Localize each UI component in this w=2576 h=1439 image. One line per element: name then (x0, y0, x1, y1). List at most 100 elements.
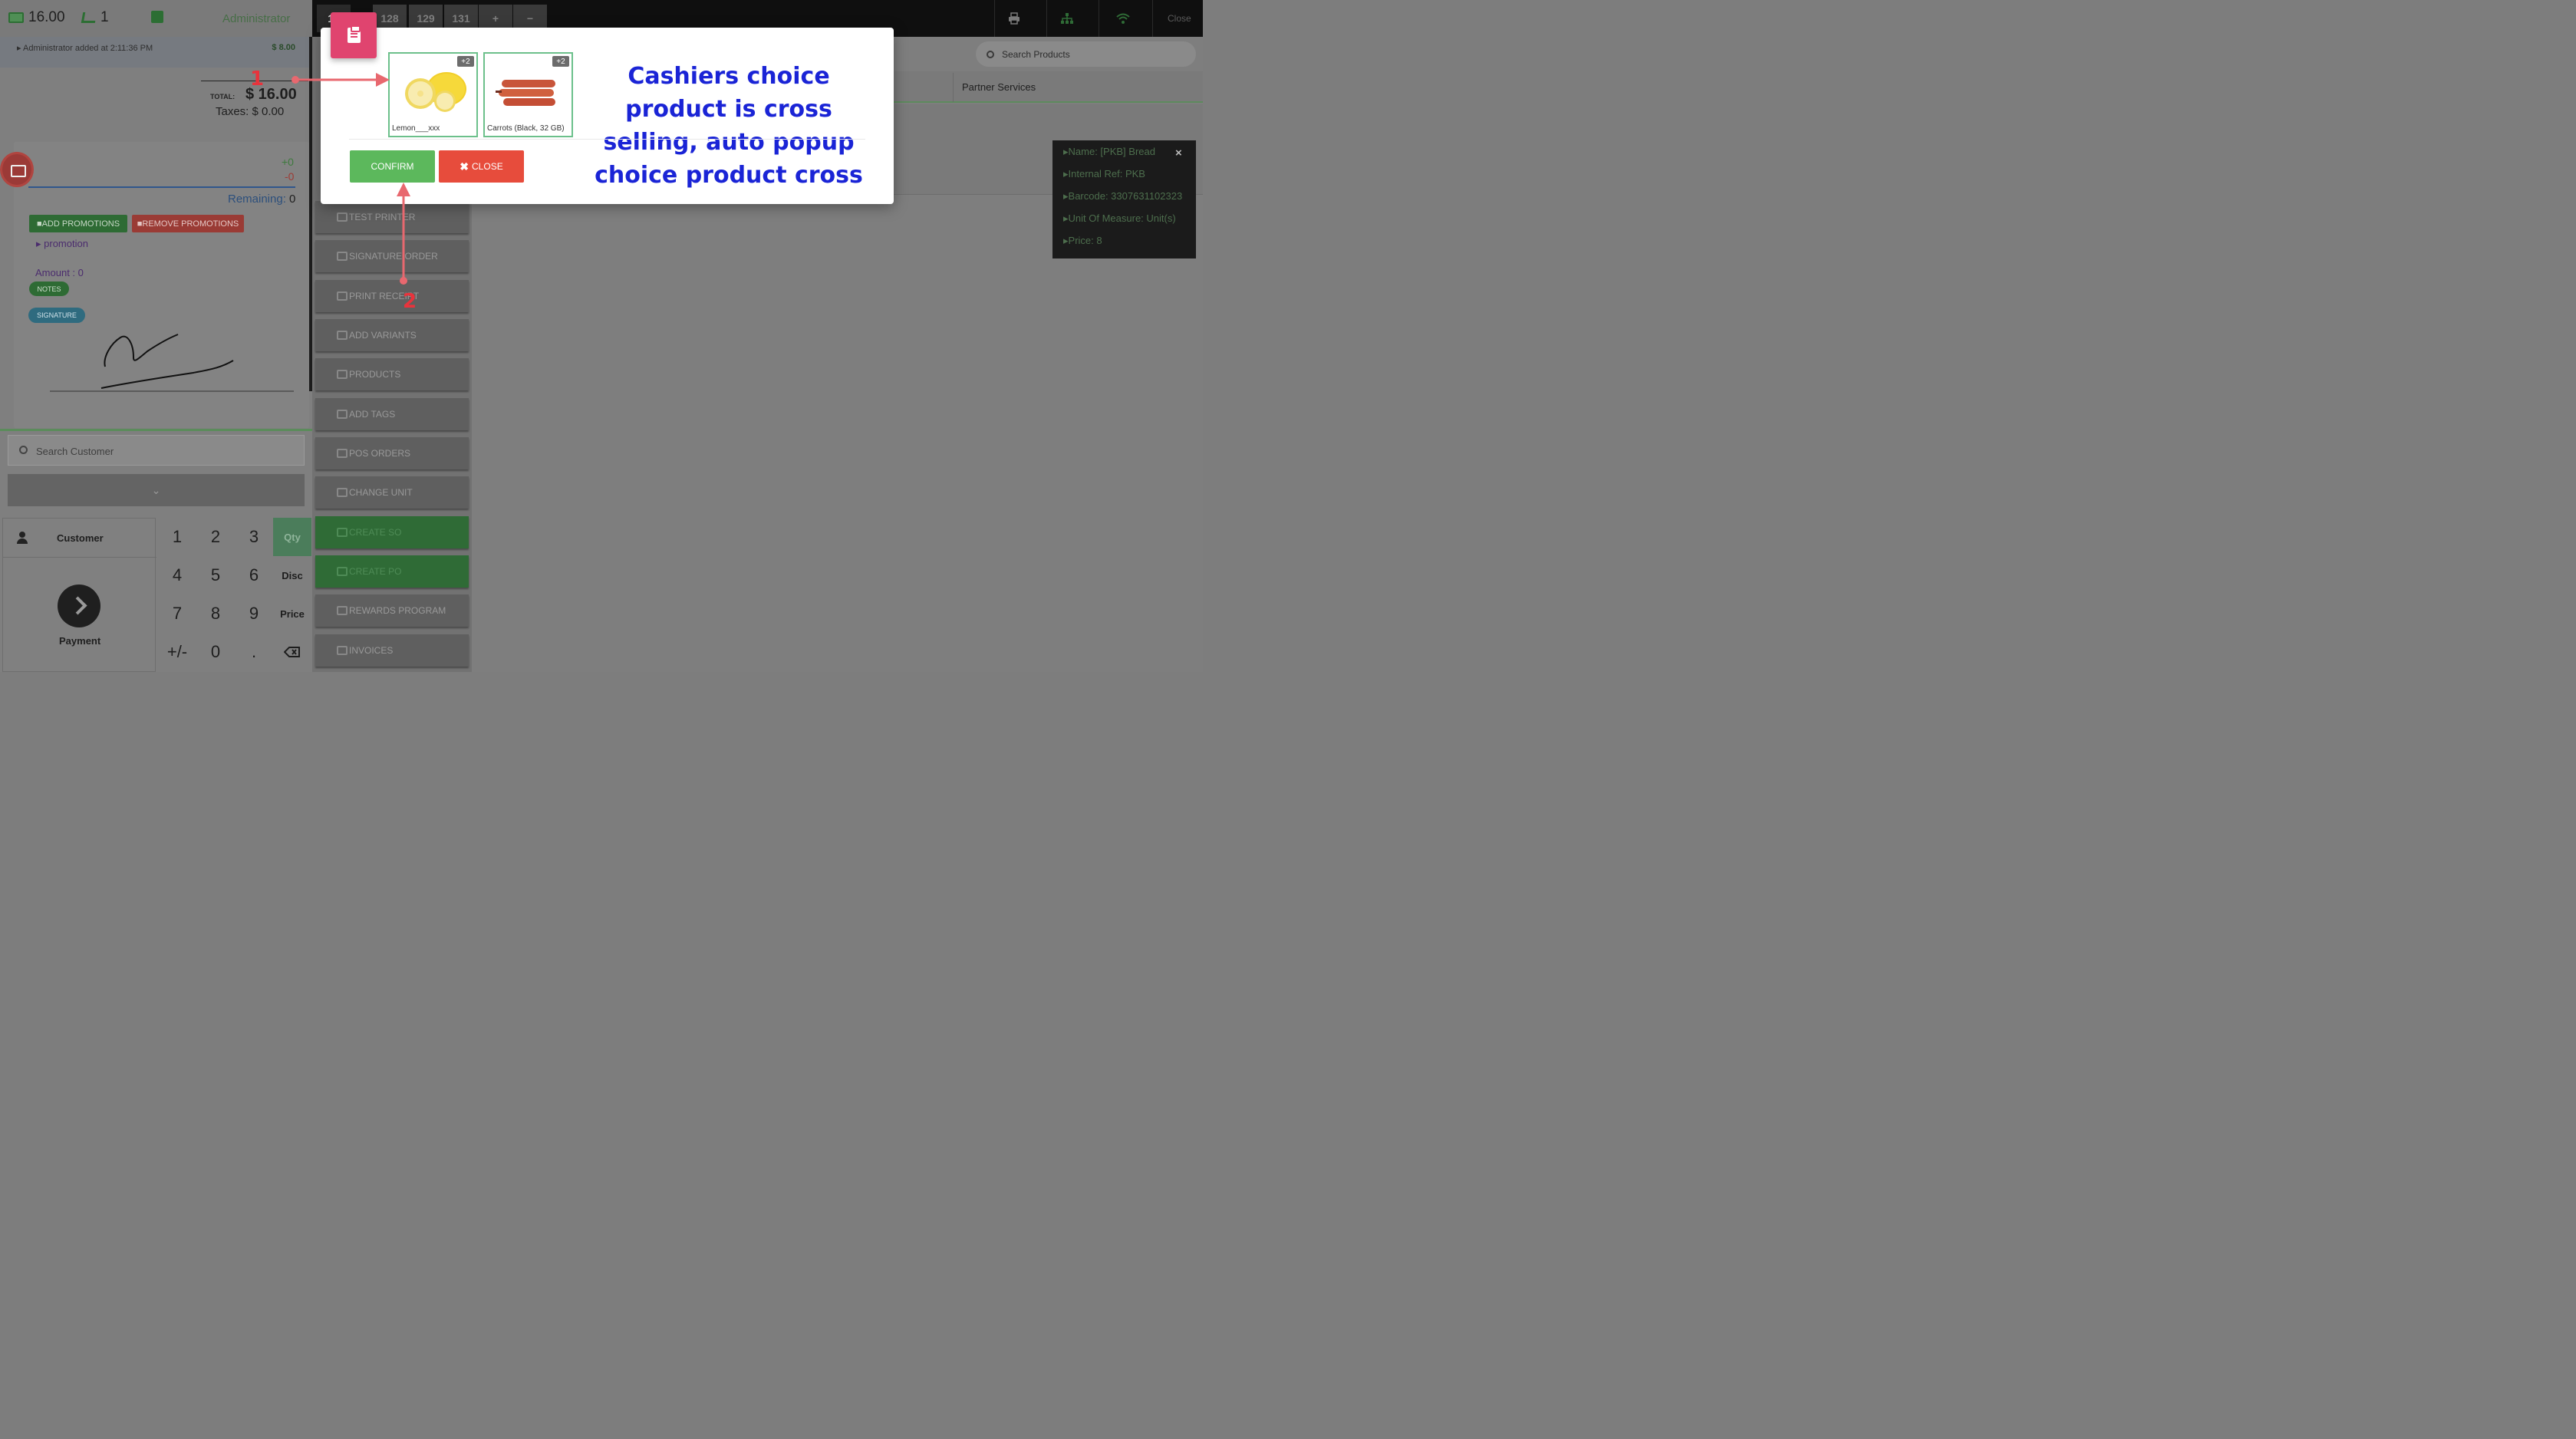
numpad-key-dot[interactable]: . (235, 633, 273, 671)
remove-promotions-button[interactable]: ■ REMOVE PROMOTIONS (132, 215, 244, 232)
customer-label: Customer (57, 532, 104, 544)
search-icon (19, 446, 28, 454)
invoices-button[interactable]: INVOICES (315, 634, 469, 667)
cash-summary[interactable]: 16.00 (8, 9, 65, 26)
numpad-key-8[interactable]: 8 (196, 594, 235, 633)
gift-icon[interactable] (151, 11, 163, 23)
sliders-icon (337, 488, 348, 497)
user-icon (17, 532, 28, 544)
numpad-key-3[interactable]: 3 (235, 518, 273, 556)
order-topbar: 16.00 1 Administrator (0, 0, 312, 37)
numpad-key-2[interactable]: 2 (196, 518, 235, 556)
cart-summary[interactable]: 1 (81, 9, 109, 26)
notes-button[interactable]: NOTES (29, 282, 69, 296)
cart-icon (337, 567, 348, 576)
customer-payment-box: Customer Payment (2, 518, 156, 672)
product-info-popup: ▸Name: [PKB] Bread ▸Internal Ref: PKB ▸B… (1052, 140, 1196, 258)
cart-icon (337, 528, 348, 537)
rewards-program-button[interactable]: REWARDS PROGRAM (315, 594, 469, 627)
wifi-icon[interactable] (1115, 12, 1131, 25)
expand-button[interactable]: ⌄ (8, 474, 305, 506)
numpad-key-0[interactable]: 0 (196, 633, 235, 671)
edit-icon (337, 252, 348, 261)
carrot-image (496, 80, 555, 106)
close-icon[interactable]: × (1175, 147, 1182, 160)
bug-icon (337, 212, 348, 222)
customer-search-input[interactable] (36, 442, 289, 460)
info-barcode: ▸Barcode: 3307631102323 (1063, 190, 1183, 202)
numpad-key-sign[interactable]: +/- (158, 633, 196, 671)
search-icon (987, 51, 994, 58)
sliders-icon (337, 331, 348, 340)
promotion-amount: Amount : 0 (35, 267, 84, 278)
test-printer-button[interactable]: TEST PRINTER (315, 201, 469, 233)
sitemap-icon[interactable] (1061, 12, 1073, 25)
gift-icon (337, 606, 348, 615)
add-tags-button[interactable]: ADD TAGS (315, 398, 469, 430)
info-uom: ▸Unit Of Measure: Unit(s) (1063, 212, 1176, 224)
order-line-price: $ 8.00 (272, 43, 295, 52)
numpad-key-5[interactable]: 5 (196, 556, 235, 594)
close-button[interactable]: ✖ CLOSE (439, 150, 524, 183)
product-search-input[interactable] (1002, 46, 1178, 63)
category-partner-services[interactable]: Partner Services (962, 81, 1036, 93)
numpad-mode-price[interactable]: Price (273, 594, 311, 633)
signature-button[interactable]: SIGNATURE (28, 308, 85, 323)
plus-amount: +0 (282, 156, 294, 168)
clipboard-icon (348, 25, 361, 43)
product-quantity-badge: +2 (457, 56, 474, 67)
numpad-key-6[interactable]: 6 (235, 556, 273, 594)
info-internal-ref: ▸Internal Ref: PKB (1063, 168, 1145, 179)
product-name: Carrots (Black, 32 GB) (487, 124, 565, 133)
customer-search[interactable] (8, 435, 305, 466)
products-button[interactable]: PRODUCTS (315, 358, 469, 390)
backspace-icon (284, 647, 300, 657)
marker-2: 2 (403, 290, 417, 313)
toolbar-divider (1046, 0, 1047, 37)
pos-orders-button[interactable]: POS ORDERS (315, 437, 469, 469)
cross-sell-product-card[interactable]: +2 Lemon___xxx (388, 52, 478, 137)
print-icon (337, 291, 348, 301)
numpad-mode-disc[interactable]: Disc (273, 556, 311, 594)
numpad-key-4[interactable]: 4 (158, 556, 196, 594)
info-name: ▸Name: [PKB] Bread (1063, 146, 1155, 157)
print-icon[interactable] (1008, 12, 1020, 25)
category-divider (953, 73, 954, 102)
create-po-button[interactable]: CREATE PO (315, 555, 469, 588)
numpad-mode-qty[interactable]: Qty (273, 518, 311, 556)
order-panel: 16.00 1 Administrator ▸ Administrator ad… (0, 0, 312, 672)
cash-amount: 16.00 (28, 9, 65, 25)
chevron-down-icon: ⌄ (151, 483, 161, 496)
create-so-button[interactable]: CREATE SO (315, 516, 469, 548)
backspace-key[interactable] (273, 633, 311, 671)
numpad-key-7[interactable]: 7 (158, 594, 196, 633)
product-name: Lemon___xxx (392, 124, 440, 133)
promotion-link[interactable]: ▸ promotion (36, 238, 88, 250)
print-receipt-button[interactable]: PRINT RECEIPT (315, 280, 469, 312)
cart-count: 1 (100, 9, 109, 25)
briefcase-icon[interactable] (0, 152, 34, 187)
signature-order-button[interactable]: SIGNATURE ORDER (315, 240, 469, 272)
remaining-divider (28, 186, 295, 188)
customer-button[interactable]: Customer (3, 519, 156, 558)
change-unit-button[interactable]: CHANGE UNIT (315, 476, 469, 509)
edit-icon (337, 370, 348, 379)
add-promotions-button[interactable]: ■ ADD PROMOTIONS (29, 215, 127, 232)
close-icon: ✖ (460, 160, 469, 173)
numpad: 1 2 3 Qty 4 5 6 Disc 7 8 9 Price +/- 0 . (157, 518, 312, 672)
close-session-button[interactable]: Close (1168, 13, 1191, 24)
confirm-button[interactable]: CONFIRM (350, 150, 435, 183)
add-variants-button[interactable]: ADD VARIANTS (315, 319, 469, 351)
search-icon (337, 646, 348, 655)
numpad-key-9[interactable]: 9 (235, 594, 273, 633)
product-search[interactable] (976, 41, 1196, 67)
cross-sell-product-card[interactable]: +2 Carrots (Black, 32 GB) (483, 52, 573, 137)
toolbar-divider (1152, 0, 1153, 37)
signature-drawing (50, 334, 294, 392)
payment-button[interactable] (58, 584, 100, 627)
product-quantity-badge: +2 (552, 56, 569, 67)
numpad-key-1[interactable]: 1 (158, 518, 196, 556)
total-label: TOTAL: (210, 93, 236, 100)
order-line[interactable]: ▸ Administrator added at 2:11:36 PM $ 8.… (0, 37, 309, 68)
lemon-image (405, 72, 466, 112)
